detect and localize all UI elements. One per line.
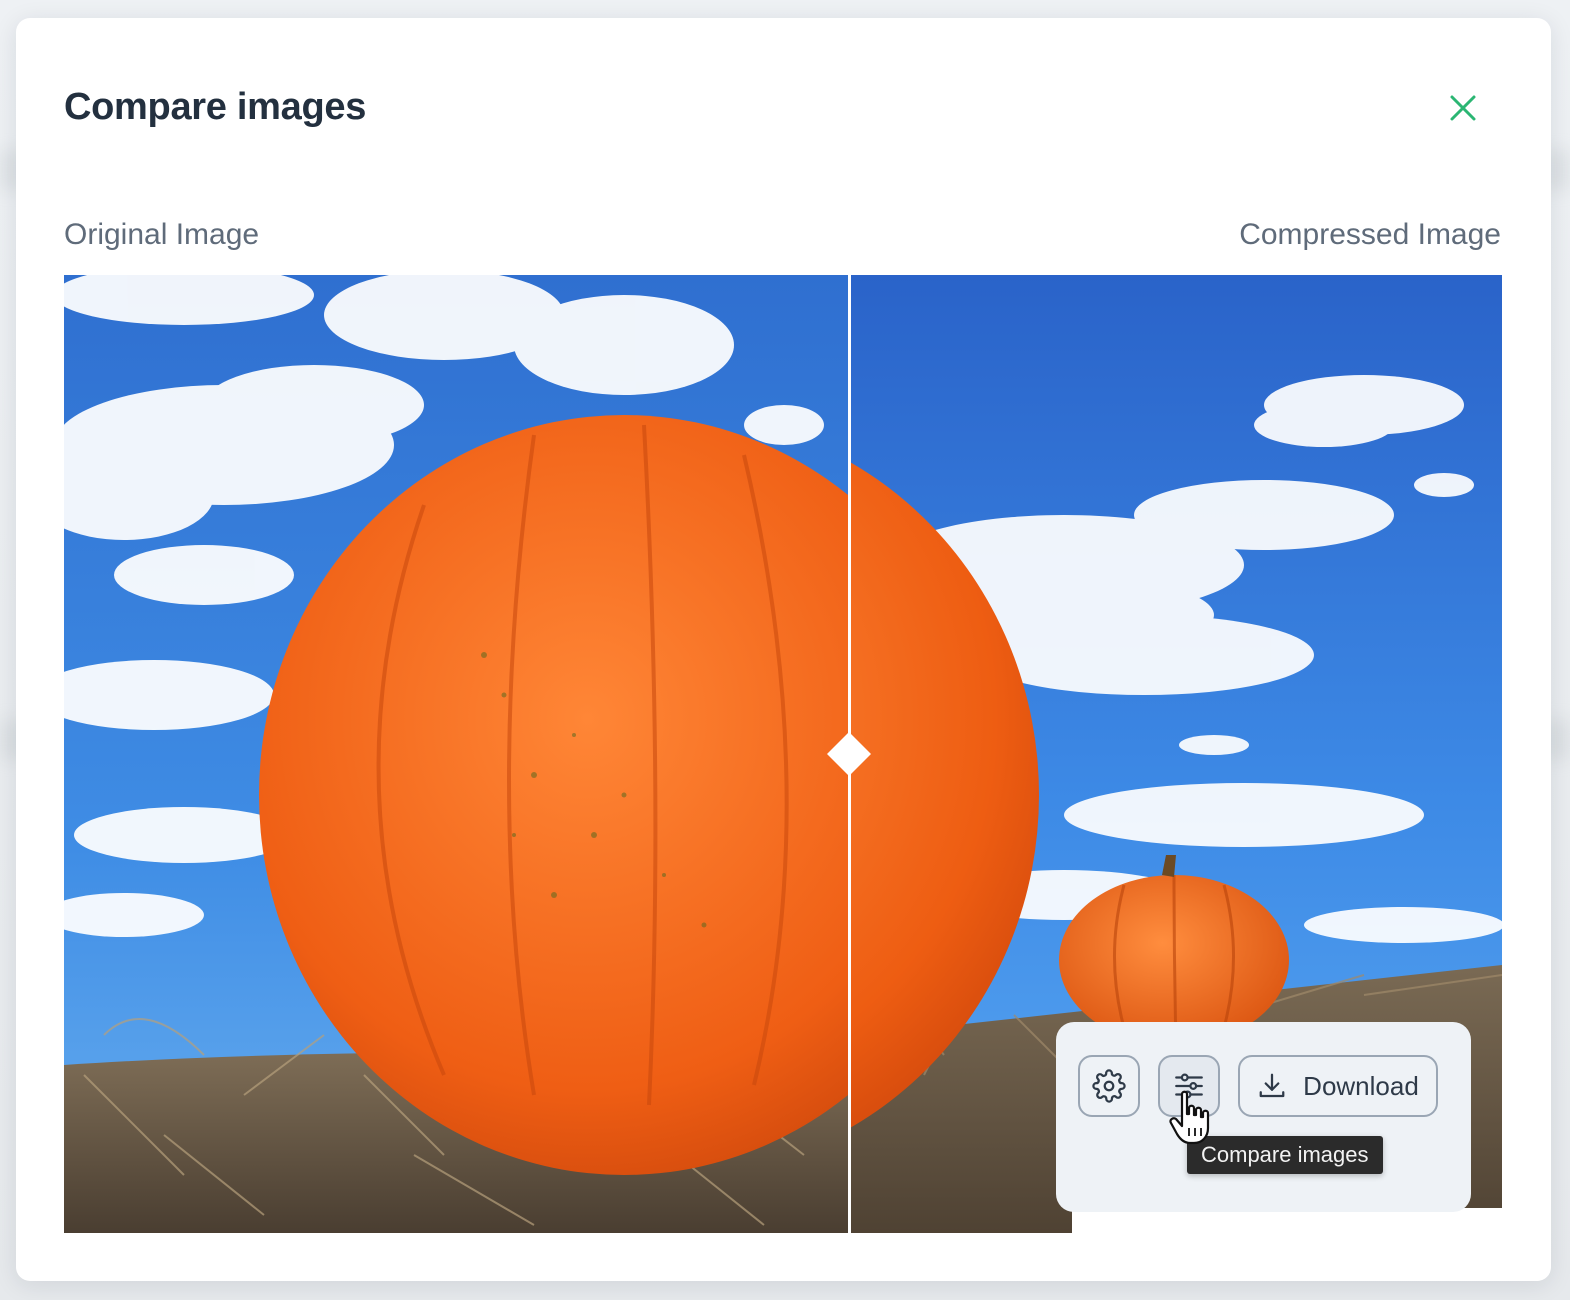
close-icon (1450, 95, 1476, 121)
original-image-label: Original Image (64, 218, 260, 251)
modal-title: Compare images (64, 86, 367, 128)
tooltip: Compare images (1187, 1136, 1383, 1174)
compare-divider-handle[interactable] (827, 732, 871, 776)
settings-button[interactable] (1078, 1055, 1140, 1117)
toolbar-underlay (1072, 1208, 1550, 1281)
original-image (64, 275, 849, 1233)
compressed-image-label: Compressed Image (1239, 218, 1501, 251)
download-icon (1259, 1073, 1285, 1098)
image-toolbar (1056, 1022, 1471, 1212)
close-button[interactable] (1445, 90, 1481, 126)
download-button[interactable]: Download (1238, 1055, 1438, 1117)
hand-pointer-cursor-icon (1169, 1090, 1210, 1145)
gear-icon (1092, 1069, 1126, 1103)
download-label: Download (1303, 1070, 1419, 1101)
